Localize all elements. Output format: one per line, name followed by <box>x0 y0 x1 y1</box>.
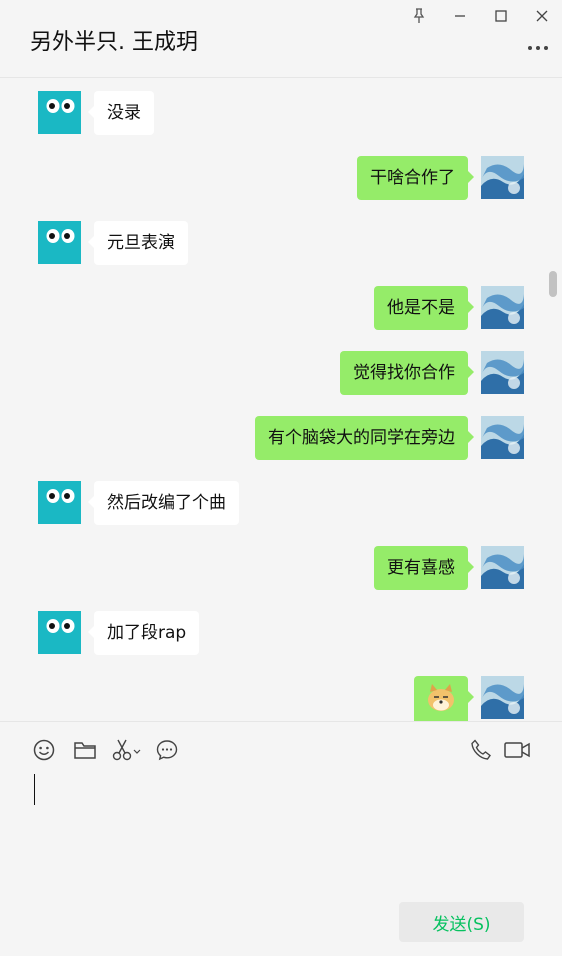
close-icon <box>536 10 548 22</box>
more-dots-icon <box>528 46 548 50</box>
title-bar: 另外半只. 王成玥 <box>0 0 562 78</box>
phone-icon <box>471 739 491 760</box>
message-bubble-outgoing[interactable]: 觉得找你合作 <box>340 351 474 395</box>
message-row: 元旦表演 <box>0 221 562 265</box>
self-avatar[interactable] <box>481 286 524 329</box>
video-call-icon <box>504 742 530 758</box>
self-avatar[interactable] <box>481 351 524 394</box>
contact-avatar[interactable] <box>38 481 81 524</box>
chat-area[interactable]: 没录 干啥合作了 元旦表演 他是不是 觉得找你合作 有个脑袋大的同学在旁边 然后… <box>0 79 562 721</box>
message-row: 没录 <box>0 91 562 135</box>
contact-avatar[interactable] <box>38 611 81 654</box>
message-bubble-incoming[interactable]: 然后改编了个曲 <box>88 481 239 525</box>
file-button[interactable] <box>71 737 99 763</box>
composer: 发送(S) <box>0 721 562 956</box>
self-avatar[interactable] <box>481 416 524 459</box>
message-bubble-outgoing[interactable] <box>414 676 474 721</box>
more-options-button[interactable] <box>526 40 550 56</box>
message-bubble-incoming[interactable]: 没录 <box>88 91 154 135</box>
message-row <box>0 676 562 721</box>
message-bubble-outgoing[interactable]: 干啥合作了 <box>357 156 474 200</box>
scissors-icon <box>112 739 141 761</box>
message-bubble-outgoing[interactable]: 他是不是 <box>374 286 474 330</box>
minimize-icon <box>455 15 465 17</box>
contact-avatar[interactable] <box>38 91 81 134</box>
message-row: 加了段rap <box>0 611 562 655</box>
chat-history-button[interactable] <box>153 737 181 763</box>
message-row: 他是不是 <box>0 286 562 330</box>
self-avatar[interactable] <box>481 546 524 589</box>
minimize-button[interactable] <box>448 5 472 27</box>
message-row: 然后改编了个曲 <box>0 481 562 525</box>
message-bubble-outgoing[interactable]: 有个脑袋大的同学在旁边 <box>255 416 474 460</box>
chat-title: 另外半只. 王成玥 <box>30 30 198 55</box>
message-bubble-incoming[interactable]: 加了段rap <box>87 611 200 655</box>
pin-button[interactable] <box>407 5 431 27</box>
doge-emoji-icon <box>428 684 454 711</box>
self-avatar[interactable] <box>481 676 524 719</box>
chat-history-icon <box>156 740 178 761</box>
emoji-icon <box>33 739 55 761</box>
message-bubble-outgoing[interactable]: 更有喜感 <box>374 546 474 590</box>
message-input-caret <box>34 774 35 805</box>
message-row: 更有喜感 <box>0 546 562 590</box>
message-row: 干啥合作了 <box>0 156 562 200</box>
contact-avatar[interactable] <box>38 221 81 264</box>
maximize-icon <box>495 10 507 22</box>
message-row: 有个脑袋大的同学在旁边 <box>0 416 562 460</box>
folder-icon <box>74 742 96 759</box>
screenshot-button[interactable] <box>110 737 142 763</box>
video-call-button[interactable] <box>502 737 532 763</box>
maximize-button[interactable] <box>489 5 513 27</box>
message-bubble-incoming[interactable]: 元旦表演 <box>88 221 188 265</box>
emoji-button[interactable] <box>30 737 58 763</box>
message-row: 觉得找你合作 <box>0 351 562 395</box>
close-button[interactable] <box>530 5 554 27</box>
send-button[interactable]: 发送(S) <box>399 902 524 942</box>
self-avatar[interactable] <box>481 156 524 199</box>
voice-call-button[interactable] <box>467 737 495 763</box>
scrollbar-thumb[interactable] <box>549 271 557 297</box>
pin-icon <box>413 8 425 23</box>
